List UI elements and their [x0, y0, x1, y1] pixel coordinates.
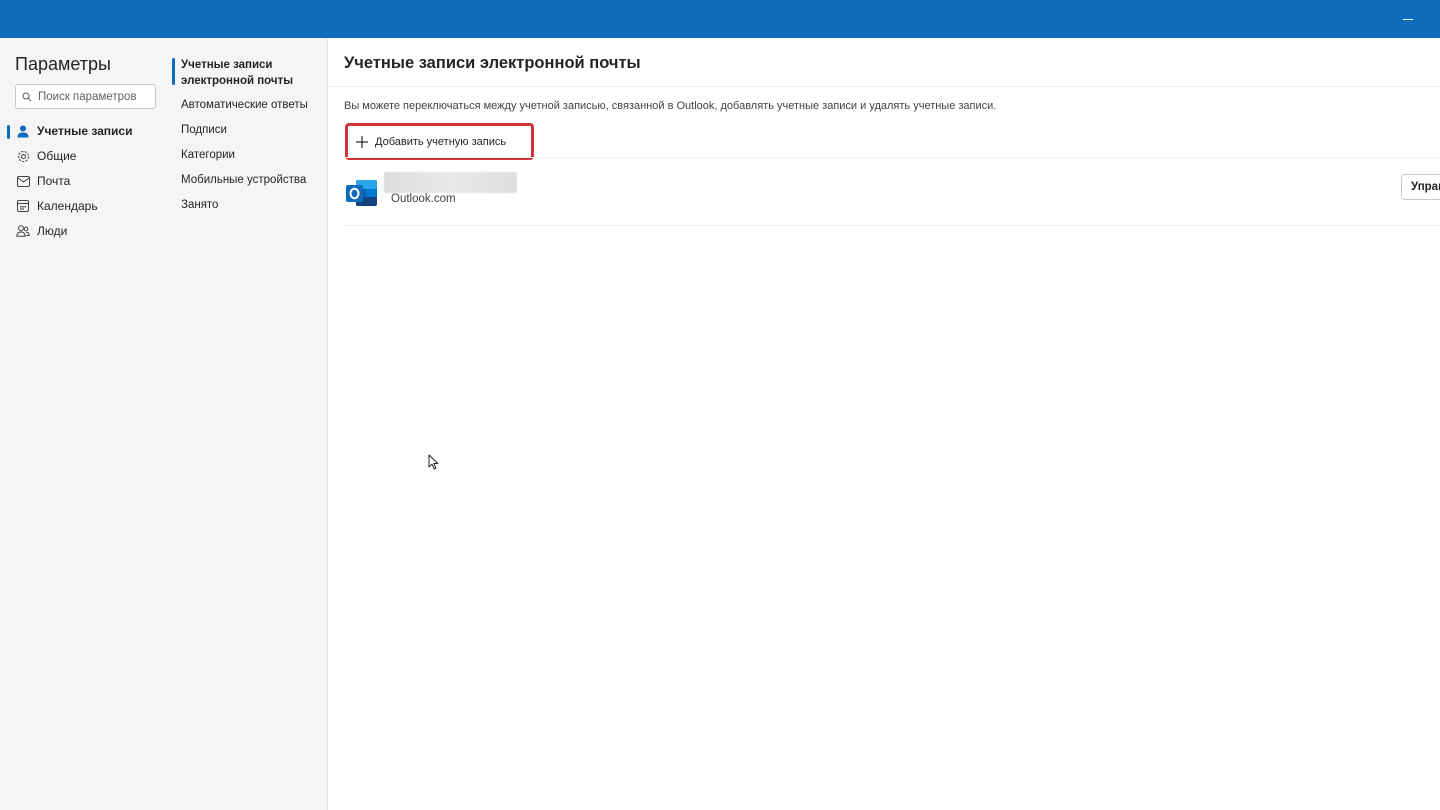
minimize-button[interactable]	[1396, 10, 1420, 28]
accounts-subnav: Учетные записи электронной почты Автомат…	[170, 38, 328, 810]
sidebar-item-label: Люди	[37, 224, 68, 238]
sidebar-item-label: Почта	[37, 174, 71, 188]
page-title: Учетные записи электронной почты	[344, 54, 641, 72]
gear-icon	[16, 149, 30, 163]
people-icon	[16, 224, 30, 238]
outlook-icon	[346, 180, 377, 206]
calendar-icon	[16, 199, 30, 213]
settings-sidebar: Параметры Учетные записи Общие Почта Кал…	[0, 38, 170, 810]
settings-title: Параметры	[15, 54, 111, 74]
main-panel: Учетные записи электронной почты Вы може…	[328, 38, 1440, 810]
sidebar-item-accounts[interactable]: Учетные записи	[0, 119, 170, 143]
mail-icon	[16, 174, 30, 188]
account-row: Outlook.com Управ	[344, 168, 1440, 224]
add-account-label: Добавить учетную запись	[375, 135, 507, 148]
subnav-item-email-accounts[interactable]: Учетные записи электронной почты	[181, 57, 321, 89]
search-icon	[22, 92, 32, 101]
search-box[interactable]	[15, 84, 156, 109]
divider	[344, 225, 1440, 226]
subnav-item-signatures[interactable]: Подписи	[181, 122, 321, 138]
active-indicator	[172, 58, 175, 85]
sidebar-item-calendar[interactable]: Календарь	[0, 194, 170, 218]
page-description: Вы можете переключаться между учетной за…	[344, 100, 997, 112]
subnav-item-mobile-devices[interactable]: Мобильные устройства	[181, 172, 321, 188]
sidebar-item-mail[interactable]: Почта	[0, 169, 170, 193]
subnav-item-auto-replies[interactable]: Автоматические ответы	[181, 97, 321, 113]
sidebar-item-label: Календарь	[37, 199, 98, 213]
sidebar-item-label: Учетные записи	[37, 124, 133, 138]
subnav-item-busy[interactable]: Занято	[181, 197, 321, 213]
account-type: Outlook.com	[391, 193, 456, 205]
person-icon	[16, 124, 30, 138]
plus-icon	[356, 135, 368, 148]
search-input[interactable]	[38, 90, 148, 103]
divider	[344, 157, 1440, 158]
divider	[328, 86, 1440, 87]
sidebar-item-people[interactable]: Люди	[0, 219, 170, 243]
add-account-button[interactable]: Добавить учетную запись	[345, 123, 534, 160]
sidebar-item-label: Общие	[37, 149, 77, 163]
manage-button[interactable]: Управ	[1401, 174, 1440, 200]
title-bar	[0, 0, 1440, 38]
subnav-item-categories[interactable]: Категории	[181, 147, 321, 163]
email-address-redacted	[384, 172, 517, 193]
sidebar-item-general[interactable]: Общие	[0, 144, 170, 168]
minimize-icon	[1403, 18, 1413, 20]
mouse-cursor-icon	[428, 454, 439, 470]
